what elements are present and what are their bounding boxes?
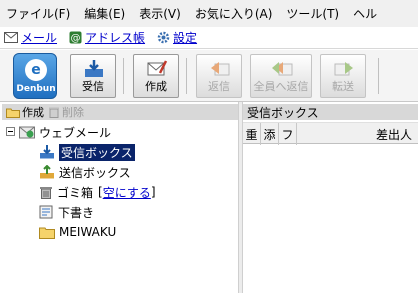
folder-create-icon <box>6 107 20 118</box>
bracket-close: ] <box>150 185 156 199</box>
toolbar-divider <box>378 58 379 94</box>
folder-trash[interactable]: ゴミ箱 [ 空にする ] <box>39 183 156 201</box>
collapse-toggle[interactable] <box>6 127 15 136</box>
reply-icon <box>209 59 231 79</box>
trash-icon <box>48 106 60 118</box>
envelope-icon <box>4 32 18 43</box>
message-list[interactable] <box>243 145 418 293</box>
reply-all-button-label: 全員へ返信 <box>253 80 309 93</box>
menu-tools[interactable]: ツール(T) <box>286 5 339 22</box>
receive-button-label: 受信 <box>82 80 104 93</box>
create-folder-button[interactable]: 作成 <box>6 104 44 120</box>
toolbar-divider <box>123 58 124 94</box>
compose-icon <box>146 59 168 79</box>
column-attachment[interactable]: 添 <box>261 123 279 145</box>
folder-meiwaku[interactable]: MEIWAKU <box>39 223 116 241</box>
receive-button[interactable]: 受信 <box>70 54 116 98</box>
link-bar: メール @ アドレス帳 設定 <box>0 27 418 49</box>
folder-inbox[interactable]: 受信ボックス <box>39 143 135 161</box>
reply-button-label: 返信 <box>208 80 230 93</box>
create-folder-label: 作成 <box>22 106 44 119</box>
trash-icon <box>39 185 53 199</box>
inbox-tray-icon <box>83 59 105 79</box>
menu-file[interactable]: ファイル(F) <box>6 5 70 22</box>
compose-button-label: 作成 <box>145 80 167 93</box>
folder-drafts-label: 下書き <box>58 205 95 220</box>
folder-icon <box>39 226 55 239</box>
message-list-columns: 重 添 フ 差出人 <box>243 122 418 145</box>
message-list-title: 受信ボックス <box>247 105 319 120</box>
mail-link-label[interactable]: メール <box>21 29 57 46</box>
mail-link[interactable]: メール <box>4 29 57 46</box>
menu-edit[interactable]: 編集(E) <box>84 5 125 22</box>
tree-root-webmail[interactable]: ウェブメール <box>19 123 111 141</box>
reply-button[interactable]: 返信 <box>196 54 242 98</box>
reply-all-button[interactable]: 全員へ返信 <box>250 54 312 98</box>
empty-trash-link[interactable]: 空にする <box>103 184 151 201</box>
folder-sent-label: 送信ボックス <box>59 165 131 180</box>
forward-button[interactable]: 転送 <box>320 54 366 98</box>
svg-text:@: @ <box>71 33 81 44</box>
settings-link-label[interactable]: 設定 <box>173 29 197 46</box>
address-book-link-label[interactable]: アドレス帳 <box>85 29 145 46</box>
toolbar-divider <box>186 58 187 94</box>
menu-help[interactable]: ヘル <box>353 5 377 22</box>
logo-letter: e <box>25 59 47 81</box>
folder-drafts[interactable]: 下書き <box>39 203 94 221</box>
settings-link[interactable]: 設定 <box>157 29 197 46</box>
menu-bar: ファイル(F) 編集(E) 表示(V) お気に入り(A) ツール(T) ヘル <box>0 0 418 27</box>
outbox-icon <box>39 165 55 179</box>
inbox-icon <box>39 145 55 159</box>
column-priority[interactable]: 重 <box>243 123 261 145</box>
gear-icon <box>157 31 170 44</box>
toolbar: e Denbun 受信 作成 返信 全員へ返信 転送 <box>0 50 418 102</box>
webmail-icon <box>19 125 35 139</box>
logo-text: Denbun <box>16 84 56 94</box>
drafts-icon <box>39 205 54 219</box>
reply-all-icon <box>271 59 293 79</box>
tree-root-label: ウェブメール <box>39 125 112 140</box>
forward-icon <box>333 59 355 79</box>
menu-favorites[interactable]: お気に入り(A) <box>195 5 273 22</box>
menu-view[interactable]: 表示(V) <box>139 5 181 22</box>
forward-button-label: 転送 <box>332 80 354 93</box>
delete-folder-label: 削除 <box>62 106 84 119</box>
column-flag[interactable]: フ <box>279 123 297 145</box>
denbun-logo: e Denbun <box>13 53 57 99</box>
address-book-link[interactable]: @ アドレス帳 <box>69 29 145 46</box>
at-sign-icon: @ <box>69 31 82 44</box>
message-list-header: 受信ボックス <box>243 104 418 120</box>
folder-meiwaku-label: MEIWAKU <box>59 225 117 239</box>
column-sender[interactable]: 差出人 <box>297 123 418 145</box>
folder-actions-bar: 作成 削除 <box>2 104 238 120</box>
compose-button[interactable]: 作成 <box>133 54 179 98</box>
delete-folder-button[interactable]: 削除 <box>48 104 84 120</box>
folder-trash-label: ゴミ箱 <box>57 185 94 200</box>
folder-inbox-label: 受信ボックス <box>59 143 135 161</box>
folder-sent[interactable]: 送信ボックス <box>39 163 131 181</box>
